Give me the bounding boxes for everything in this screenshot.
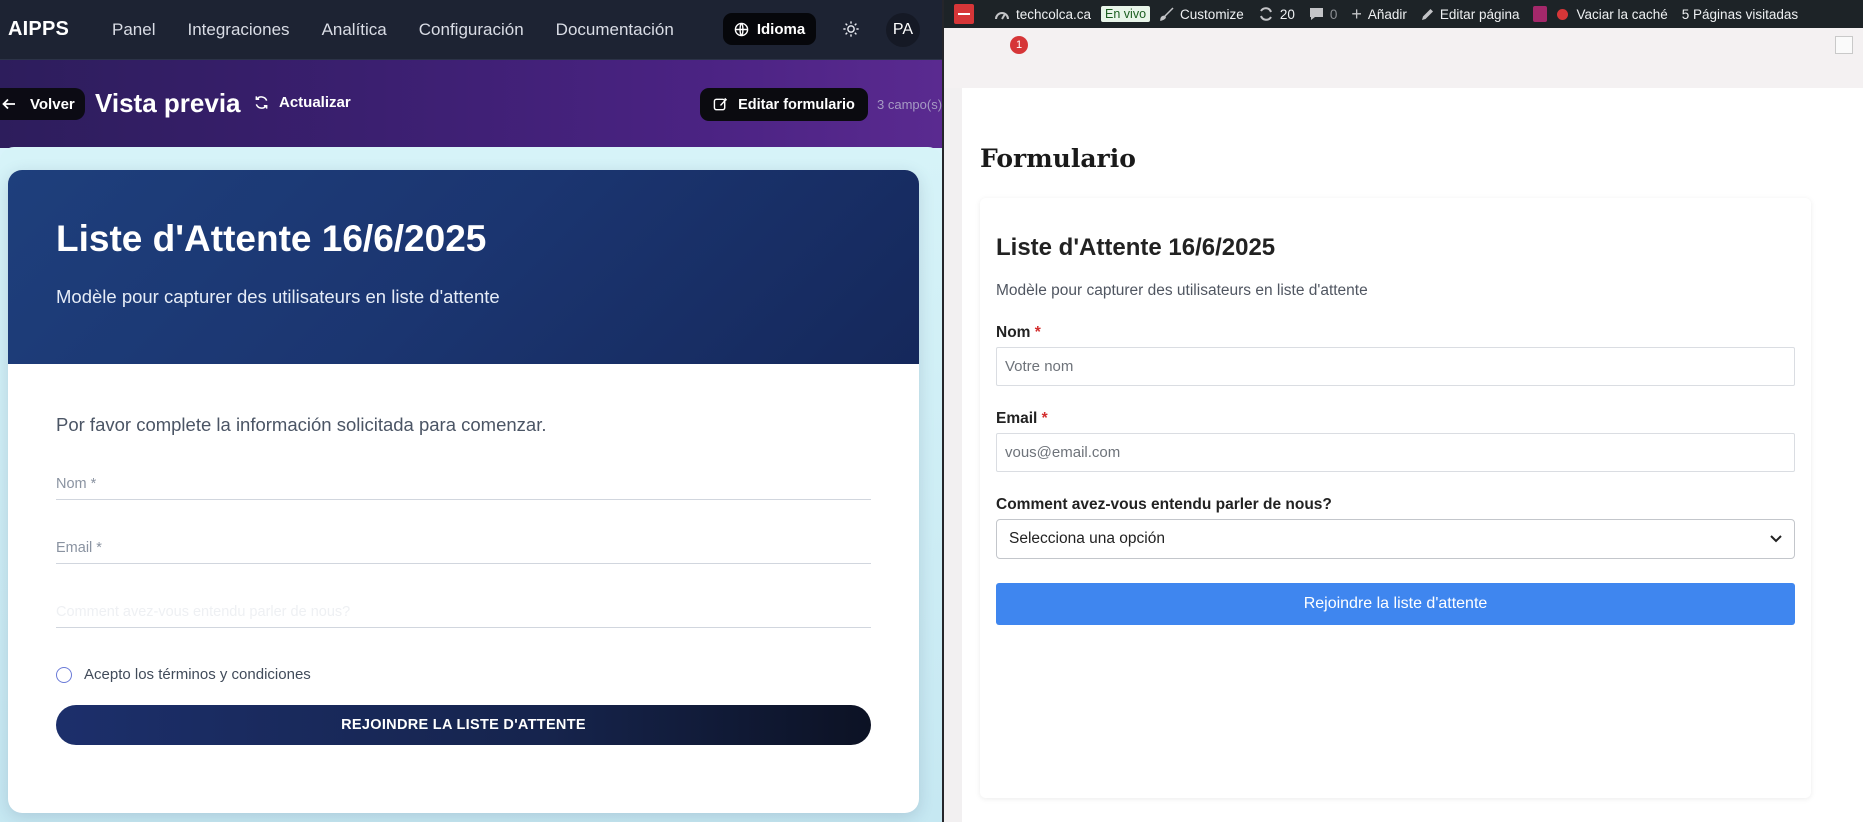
- refresh-label: Actualizar: [279, 94, 351, 111]
- wordpress-pane: techcolca.ca En vivo Customize 20 0 + Añ…: [944, 0, 1863, 822]
- form-intro: Por favor complete la información solici…: [56, 414, 547, 435]
- form-body: Por favor complete la información solici…: [8, 364, 919, 745]
- email-label-text: Email: [996, 410, 1038, 427]
- name-label: Nom *: [996, 324, 1795, 342]
- brush-icon: [1160, 7, 1174, 21]
- site-logo-icon[interactable]: [954, 4, 974, 24]
- preview-toolbar: Volver Vista previa Actualizar Editar fo…: [0, 60, 942, 148]
- nav-item-settings[interactable]: Configuración: [419, 20, 524, 40]
- edit-form-label: Editar formulario: [738, 96, 855, 113]
- site-name-item[interactable]: techcolca.ca: [994, 7, 1091, 22]
- fields-count: 3 campo(s): [877, 97, 942, 112]
- form-header: Liste d'Attente 16/6/2025 Modèle pour ca…: [8, 170, 919, 364]
- wp-form-description: Modèle pour capturer des utilisateurs en…: [996, 282, 1368, 299]
- globe-icon: [734, 22, 749, 36]
- wp-page-heading: Formulario: [980, 144, 1136, 173]
- back-button[interactable]: Volver: [0, 88, 85, 120]
- dashboard-icon: [995, 12, 1009, 20]
- wp-form-card: Liste d'Attente 16/6/2025 Modèle pour ca…: [980, 198, 1811, 798]
- edit-form-button[interactable]: Editar formulario: [700, 88, 868, 121]
- live-badge: En vivo: [1101, 6, 1151, 22]
- customize-item[interactable]: Customize: [1160, 7, 1244, 22]
- language-button[interactable]: Idioma: [723, 13, 816, 45]
- page-title: Vista previa: [95, 88, 241, 118]
- email-field[interactable]: Email *: [56, 528, 871, 564]
- comments-count: 0: [1329, 6, 1338, 22]
- name-input[interactable]: Votre nom: [996, 347, 1795, 386]
- referral-selected-value: Selecciona una opción: [1009, 530, 1165, 547]
- nav-item-docs[interactable]: Documentación: [556, 20, 674, 40]
- updates-icon: [1259, 7, 1272, 21]
- clear-cache-item[interactable]: Vaciar la caché: [1576, 7, 1667, 22]
- updates-item[interactable]: 20: [1258, 7, 1295, 22]
- edit-icon: [713, 97, 728, 111]
- arrow-left-icon: [2, 98, 15, 110]
- refresh-icon: [255, 96, 268, 109]
- form-title: Liste d'Attente 16/6/2025: [56, 218, 487, 259]
- nav-item-panel[interactable]: Panel: [112, 20, 155, 40]
- pages-visited-item[interactable]: 5 Páginas visitadas: [1682, 7, 1798, 22]
- language-label: Idioma: [756, 20, 806, 38]
- add-new-item[interactable]: + Añadir: [1351, 5, 1407, 23]
- wp-submit-button[interactable]: Rejoindre la liste d'attente: [996, 583, 1795, 625]
- status-dot-icon: [1557, 8, 1569, 20]
- edit-page-item[interactable]: Editar página: [1421, 6, 1520, 22]
- comment-icon: [1309, 8, 1323, 20]
- referral-field[interactable]: Comment avez-vous entendu parler de nous…: [56, 592, 871, 628]
- top-navigation: AIPPS Panel Integraciones Analítica Conf…: [0, 0, 942, 60]
- referral-label: Comment avez-vous entendu parler de nous…: [996, 496, 1332, 513]
- nav-item-integrations[interactable]: Integraciones: [187, 20, 289, 40]
- form-subtitle: Modèle pour capturer des utilisateurs en…: [56, 286, 500, 307]
- email-label: Email *: [996, 410, 1795, 428]
- site-name: techcolca.ca: [1016, 6, 1092, 22]
- comments-item[interactable]: 0: [1309, 6, 1338, 22]
- wp-overlay-row: 1: [944, 28, 1863, 88]
- form-preview-card: Liste d'Attente 16/6/2025 Modèle pour ca…: [8, 170, 919, 813]
- user-avatar[interactable]: PA: [886, 13, 920, 47]
- app-preview-pane: AIPPS Panel Integraciones Analítica Conf…: [0, 0, 942, 822]
- required-marker: *: [1034, 324, 1041, 341]
- edit-page-label: Editar página: [1439, 6, 1520, 22]
- notification-badge[interactable]: 1: [1010, 36, 1028, 54]
- email-input[interactable]: vous@email.com: [996, 433, 1795, 472]
- terms-checkbox-row[interactable]: Acepto los términos y condiciones: [56, 666, 871, 683]
- refresh-button[interactable]: Actualizar: [254, 94, 351, 111]
- referral-select[interactable]: Selecciona una opción: [996, 519, 1795, 559]
- preview-submit-button[interactable]: REJOINDRE LA LISTE D'ATTENTE: [56, 705, 871, 745]
- name-label-text: Nom: [996, 324, 1031, 341]
- add-new-label: Añadir: [1367, 6, 1407, 22]
- yoast-icon[interactable]: [1533, 6, 1548, 22]
- plus-icon: +: [1351, 4, 1362, 24]
- terms-label: Acepto los términos y condiciones: [84, 666, 311, 683]
- wp-page-content: Formulario Liste d'Attente 16/6/2025 Mod…: [962, 88, 1863, 822]
- name-field[interactable]: Nom *: [56, 464, 871, 500]
- sun-icon: [843, 21, 859, 37]
- chevron-down-icon: [1770, 535, 1782, 543]
- theme-toggle[interactable]: [838, 16, 864, 42]
- required-marker: *: [1041, 410, 1048, 427]
- wp-form-title: Liste d'Attente 16/6/2025: [996, 234, 1276, 261]
- terms-radio[interactable]: [56, 666, 72, 683]
- nav-item-analytics[interactable]: Analítica: [322, 20, 387, 40]
- pencil-icon: [1421, 8, 1433, 20]
- brand-logo[interactable]: AIPPS: [8, 18, 112, 41]
- customize-label: Customize: [1180, 6, 1244, 22]
- updates-count: 20: [1279, 6, 1295, 22]
- back-label: Volver: [30, 95, 75, 113]
- wp-admin-bar: techcolca.ca En vivo Customize 20 0 + Añ…: [944, 0, 1863, 28]
- account-avatar[interactable]: [1835, 36, 1853, 54]
